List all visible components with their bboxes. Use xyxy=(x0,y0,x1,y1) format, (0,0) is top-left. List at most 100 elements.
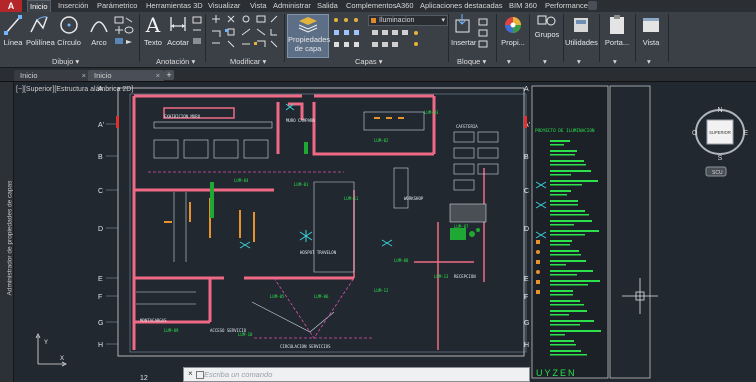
tab-insercion[interactable]: Inserción xyxy=(56,0,90,12)
close-icon[interactable]: × xyxy=(82,70,86,81)
circulation-lines xyxy=(148,171,374,339)
properties-group-chevron[interactable]: ▾ xyxy=(507,57,511,66)
grid-row-label-left: B xyxy=(98,154,103,161)
grid-row-label-right: A xyxy=(524,86,529,93)
legend-row-bar xyxy=(550,284,588,286)
polyline-button[interactable]: Polilínea xyxy=(26,14,55,47)
view-chevron[interactable]: ▾ xyxy=(647,57,651,66)
doc-tab-2-label: Inicio xyxy=(94,71,112,80)
separator xyxy=(635,14,636,62)
modify-group-label[interactable]: Modificar ▾ xyxy=(230,57,266,66)
block-group-label[interactable]: Bloque ▾ xyxy=(457,57,486,66)
application-button[interactable]: A xyxy=(0,0,22,12)
view-button[interactable]: Vista xyxy=(638,14,664,47)
close-icon[interactable]: × xyxy=(188,369,193,378)
grid-row-label-left: D xyxy=(98,226,103,233)
doc-tab-2[interactable]: Inicio × xyxy=(88,70,164,81)
svg-text:LUM-11: LUM-11 xyxy=(344,196,359,201)
properties-button[interactable]: Propi... xyxy=(500,14,526,47)
tab-vista[interactable]: Vista xyxy=(248,0,269,12)
legend-row-bar xyxy=(550,330,601,332)
groups-chevron[interactable]: ▾ xyxy=(543,57,547,66)
room-labels: EXHIBICION MURO MURO CAMPAÑA CAFETERIA W… xyxy=(140,114,478,349)
legend-row-bar xyxy=(550,220,592,222)
clipboard-label: Porta... xyxy=(604,38,630,47)
utilities-chevron[interactable]: ▾ xyxy=(577,57,581,66)
close-icon[interactable]: × xyxy=(156,70,160,81)
tab-performance[interactable]: Performance xyxy=(543,0,590,12)
layer-tools-icons[interactable] xyxy=(370,28,446,54)
tab-parametrico[interactable]: Parámetrico xyxy=(95,0,139,12)
legend-row-bar xyxy=(550,264,566,266)
groups-label: Grupos xyxy=(534,30,560,39)
dimension-button[interactable]: Acotar xyxy=(166,14,190,47)
svg-text:LUM-05: LUM-05 xyxy=(270,294,285,299)
layer-properties-button[interactable]: Propiedades de capa xyxy=(287,14,330,58)
room-label-exhibition: EXHIBICION MURO xyxy=(164,114,201,119)
current-layer-dropdown[interactable]: Iluminacion ▾ xyxy=(368,15,448,26)
annotation-group-label[interactable]: Anotación ▾ xyxy=(156,57,195,66)
svg-text:LUM-03: LUM-03 xyxy=(424,110,439,115)
clipboard-chevron[interactable]: ▾ xyxy=(613,57,617,66)
draw-tools-icons[interactable] xyxy=(114,16,134,50)
tab-administrar[interactable]: Administrar xyxy=(271,0,313,12)
clipboard-button[interactable]: Porta... xyxy=(602,14,632,47)
draw-group-label[interactable]: Dibujo ▾ xyxy=(52,57,79,66)
view-icon xyxy=(643,18,659,32)
groups-button[interactable]: Grupos xyxy=(532,14,562,39)
grid-row-label-right: H xyxy=(524,342,529,349)
layer-properties-side-panel[interactable]: Administrador de propiedades de capas xyxy=(0,82,14,382)
legend-row-bar xyxy=(550,300,580,302)
legend-row-bar xyxy=(550,164,586,166)
svg-text:LUM-08: LUM-08 xyxy=(394,258,409,263)
new-tab-plus-icon[interactable]: + xyxy=(164,70,174,80)
command-history-icon[interactable] xyxy=(196,371,204,379)
grid-row-label-right: B xyxy=(524,154,529,161)
tab-visualizar[interactable]: Visualizar xyxy=(206,0,242,12)
tab-aplicaciones-destacadas[interactable]: Aplicaciones destacadas xyxy=(418,0,505,12)
circle-button[interactable]: Círculo xyxy=(56,14,82,47)
layer-color-swatch xyxy=(371,18,376,23)
insert-block-button[interactable]: Insertar xyxy=(451,14,476,47)
legend-row-bar xyxy=(550,150,577,152)
ribbon-toggle-icon[interactable] xyxy=(588,1,597,10)
arc-label: Arco xyxy=(91,38,107,47)
separator xyxy=(668,14,669,62)
arc-button[interactable]: Arco xyxy=(88,14,110,47)
modify-tools-icons[interactable] xyxy=(209,15,281,53)
groups-icon xyxy=(537,15,556,26)
utilities-button[interactable]: Utilidades xyxy=(565,14,598,47)
tab-bim-360[interactable]: BIM 360 xyxy=(507,0,539,12)
command-line[interactable]: × Escriba un comando xyxy=(183,367,530,382)
separator xyxy=(448,14,449,62)
floor-plan-drawing: AA'BCDEFGH LUM-01LUM-02LUM-03 LUM-04LUM-… xyxy=(35,85,658,382)
ucs-menu-label: SCU xyxy=(712,170,723,176)
drawing-canvas[interactable]: A A' B C D E F G H LUM-01 LUM-02 LUM-03 … xyxy=(14,82,756,382)
circle-label: Círculo xyxy=(57,38,81,47)
viewcube-compass-icon: N S E O SUPERIOR SCU xyxy=(692,107,748,177)
layer-state-icons[interactable] xyxy=(332,16,368,54)
line-button[interactable]: Línea xyxy=(2,14,24,47)
block-tools-icons[interactable] xyxy=(477,18,491,48)
tab-complementos[interactable]: Complementos xyxy=(344,0,398,12)
viewcube[interactable]: N S E O SUPERIOR SCU xyxy=(690,104,750,182)
tab-salida[interactable]: Salida xyxy=(315,0,340,12)
insert-block-icon xyxy=(455,14,470,33)
doc-tab-1[interactable]: Inicio × xyxy=(14,70,90,81)
walls xyxy=(132,94,436,350)
layers-group-label[interactable]: Capas ▾ xyxy=(355,57,383,66)
legend-row-bar xyxy=(550,294,573,296)
compass-west: O xyxy=(692,130,698,137)
command-input-placeholder[interactable]: Escriba un comando xyxy=(204,370,272,379)
svg-text:X: X xyxy=(60,356,64,362)
grid-row-label-right: F xyxy=(524,294,528,301)
legend-row-bar xyxy=(550,250,579,252)
tab-a360[interactable]: A360 xyxy=(394,0,416,12)
fixture-symbols xyxy=(239,103,393,249)
text-button[interactable]: A Texto xyxy=(142,14,164,47)
tab-herramientas-3d[interactable]: Herramientas 3D xyxy=(144,0,205,12)
annotation-tools-icons[interactable] xyxy=(192,16,202,50)
legend-row-bar xyxy=(550,170,591,172)
chevron-down-icon: ▾ xyxy=(441,17,445,24)
viewport-controls-label[interactable]: [−][Superior][Estructura alámbrica 2D] xyxy=(16,86,133,93)
